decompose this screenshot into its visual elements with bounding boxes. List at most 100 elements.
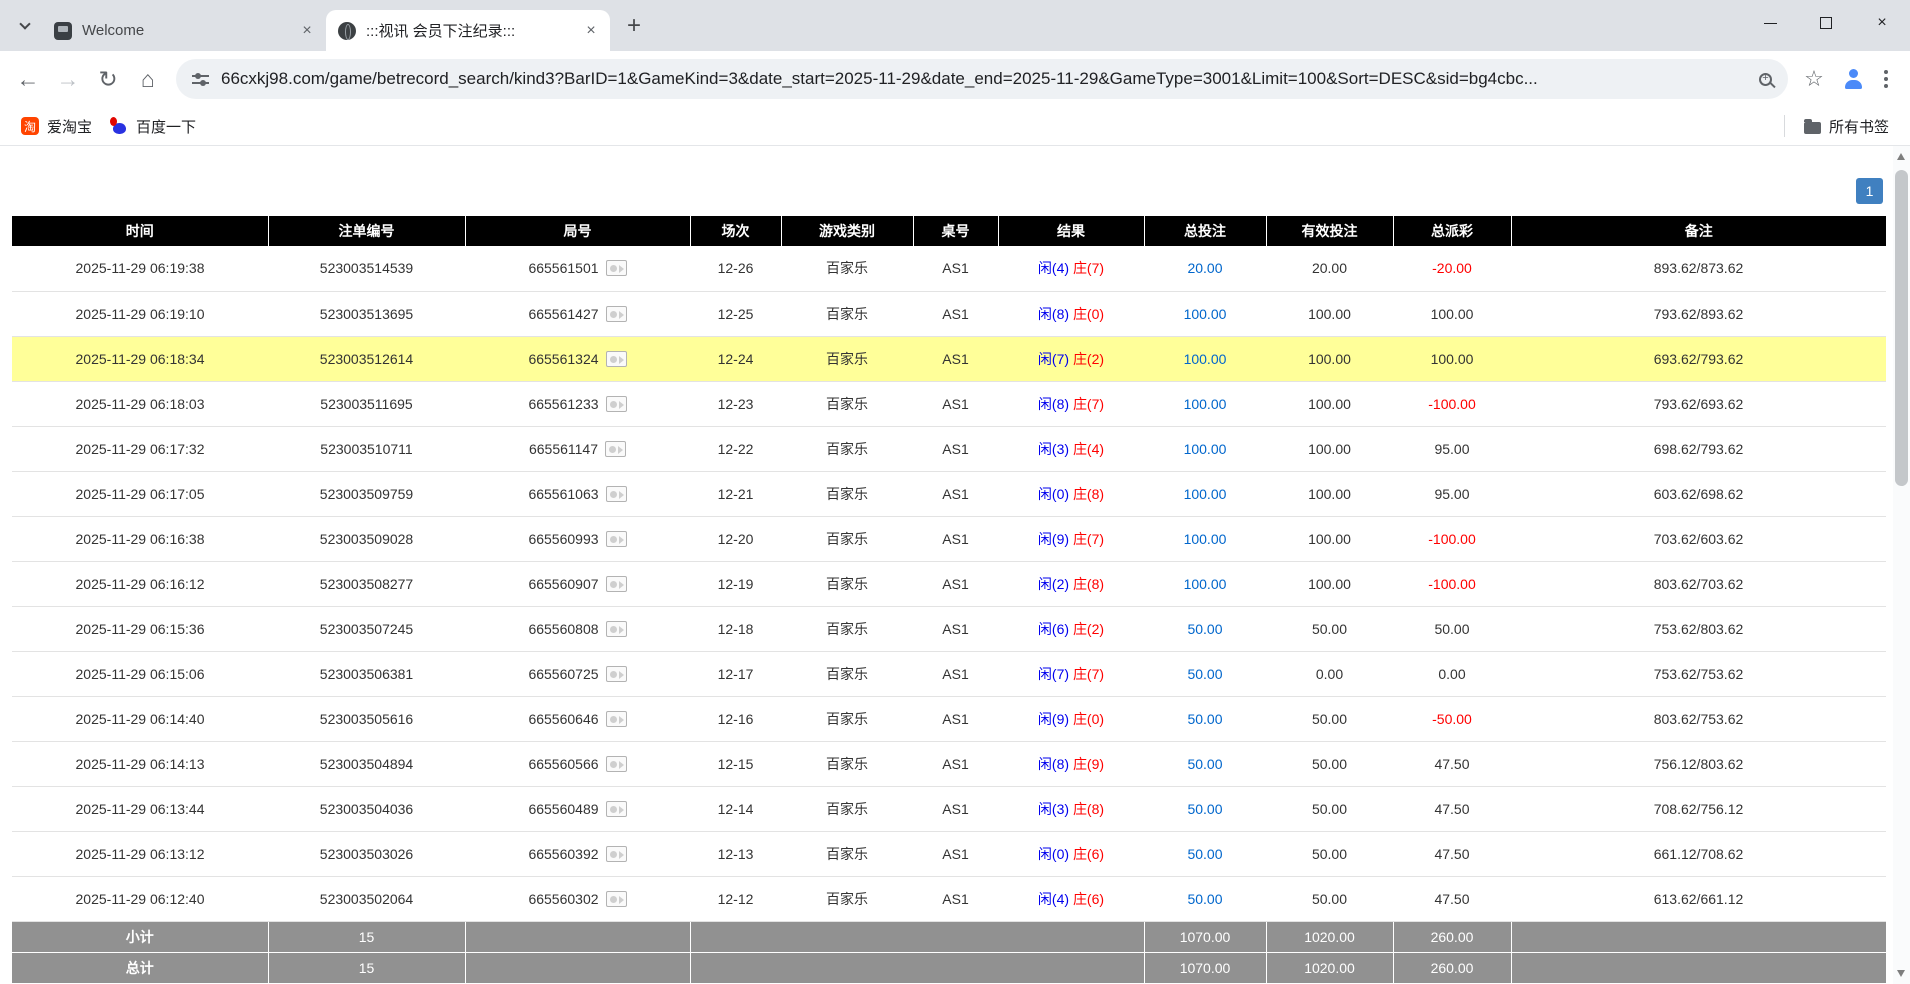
total-bet-link[interactable]: 50.00 [1187, 711, 1222, 727]
browser-tab-welcome[interactable]: Welcome × [42, 10, 326, 51]
cell-table-no: AS1 [913, 561, 998, 606]
forward-button[interactable]: → [48, 59, 88, 99]
browser-tab-betrecord[interactable]: :::视讯 会员下注纪录::: × [326, 10, 610, 51]
banker-result: 庄(7) [1073, 666, 1104, 682]
total-bet-link[interactable]: 50.00 [1187, 846, 1222, 862]
total-bet-link[interactable]: 50.00 [1187, 891, 1222, 907]
table-row: 2025-11-29 06:19:38523003514539665561501… [12, 246, 1886, 291]
profile-icon[interactable] [1842, 68, 1864, 90]
tab-title: Welcome [82, 22, 296, 39]
all-bookmarks-button[interactable]: 所有书签 [1795, 112, 1898, 141]
zoom-icon[interactable] [1759, 73, 1772, 86]
tab-close-icon[interactable]: × [580, 20, 602, 42]
video-icon[interactable] [606, 846, 627, 862]
total-bet-link[interactable]: 100.00 [1184, 486, 1227, 502]
banker-result: 庄(7) [1073, 531, 1104, 547]
cell-bet-id: 523003509759 [268, 471, 465, 516]
cell-session: 12-16 [690, 696, 781, 741]
total-bet-link[interactable]: 50.00 [1187, 801, 1222, 817]
subtotal-row: 小计 15 1070.00 1020.00 260.00 [12, 921, 1886, 952]
table-row: 2025-11-29 06:17:05523003509759665561063… [12, 471, 1886, 516]
cell-time: 2025-11-29 06:12:40 [12, 876, 268, 921]
cell-game-type: 百家乐 [781, 651, 913, 696]
banker-result: 庄(8) [1073, 576, 1104, 592]
total-bet-link[interactable]: 50.00 [1187, 756, 1222, 772]
cell-result: 闲(3) 庄(8) [998, 786, 1144, 831]
pagination-page-1[interactable]: 1 [1856, 178, 1883, 204]
player-result: 闲(2) [1038, 576, 1069, 592]
column-header: 有效投注 [1266, 216, 1393, 246]
video-icon[interactable] [606, 891, 627, 907]
tab-close-icon[interactable]: × [296, 20, 318, 42]
player-result: 闲(7) [1038, 351, 1069, 367]
cell-time: 2025-11-29 06:16:12 [12, 561, 268, 606]
window-controls: × [1742, 0, 1910, 46]
total-bet-link[interactable]: 20.00 [1187, 260, 1222, 276]
video-icon[interactable] [606, 756, 627, 772]
scroll-down-icon[interactable] [1897, 970, 1905, 977]
video-icon[interactable] [606, 351, 627, 367]
tab-search-button[interactable] [10, 11, 40, 41]
site-settings-icon[interactable] [192, 71, 209, 88]
cell-total-bet: 100.00 [1144, 471, 1266, 516]
total-bet-link[interactable]: 100.00 [1184, 531, 1227, 547]
video-icon[interactable] [606, 260, 627, 276]
video-icon[interactable] [606, 621, 627, 637]
cell-table-no: AS1 [913, 696, 998, 741]
bookmark-taobao[interactable]: 淘 爱淘宝 [12, 112, 101, 141]
column-header: 桌号 [913, 216, 998, 246]
cell-remark: 893.62/873.62 [1511, 246, 1886, 291]
new-tab-button[interactable]: + [618, 10, 650, 42]
minimize-button[interactable] [1742, 0, 1798, 46]
cell-valid-bet: 100.00 [1266, 516, 1393, 561]
player-result: 闲(8) [1038, 756, 1069, 772]
close-button[interactable]: × [1854, 0, 1910, 46]
total-bet-link[interactable]: 100.00 [1184, 306, 1227, 322]
cell-payout: 47.50 [1393, 786, 1511, 831]
total-bet-link[interactable]: 100.00 [1184, 351, 1227, 367]
page-scrollbar[interactable] [1893, 146, 1910, 984]
cell-session: 12-13 [690, 831, 781, 876]
cell-bet-id: 523003510711 [268, 426, 465, 471]
video-icon[interactable] [606, 666, 627, 682]
video-icon[interactable] [606, 486, 627, 502]
video-icon[interactable] [606, 531, 627, 547]
cell-game-type: 百家乐 [781, 381, 913, 426]
home-button[interactable]: ⌂ [128, 59, 168, 99]
video-icon[interactable] [605, 441, 626, 457]
cell-payout: 47.50 [1393, 876, 1511, 921]
total-bet-link[interactable]: 100.00 [1184, 441, 1227, 457]
cell-total-bet: 100.00 [1144, 516, 1266, 561]
cell-time: 2025-11-29 06:13:44 [12, 786, 268, 831]
cell-bet-id: 523003506381 [268, 651, 465, 696]
total-bet-link[interactable]: 50.00 [1187, 621, 1222, 637]
total-label: 总计 [12, 952, 268, 983]
cell-result: 闲(9) 庄(7) [998, 516, 1144, 561]
scrollbar-thumb[interactable] [1895, 170, 1908, 486]
cell-total-bet: 20.00 [1144, 246, 1266, 291]
total-bet-link[interactable]: 100.00 [1184, 576, 1227, 592]
bookmark-star-icon[interactable]: ☆ [1796, 61, 1832, 97]
scroll-up-icon[interactable] [1897, 153, 1905, 160]
player-result: 闲(4) [1038, 260, 1069, 276]
video-icon[interactable] [606, 396, 627, 412]
total-bet-link[interactable]: 50.00 [1187, 666, 1222, 682]
refresh-button[interactable]: ↻ [88, 59, 128, 99]
video-icon[interactable] [606, 711, 627, 727]
video-icon[interactable] [606, 801, 627, 817]
cell-bet-id: 523003509028 [268, 516, 465, 561]
maximize-button[interactable] [1798, 0, 1854, 46]
video-icon[interactable] [606, 306, 627, 322]
total-bet-link[interactable]: 100.00 [1184, 396, 1227, 412]
player-result: 闲(3) [1038, 801, 1069, 817]
url-text[interactable]: 66cxkj98.com/game/betrecord_search/kind3… [221, 69, 1749, 89]
video-icon[interactable] [606, 576, 627, 592]
cell-valid-bet: 50.00 [1266, 606, 1393, 651]
minimize-icon [1764, 23, 1777, 24]
back-button[interactable]: ← [8, 59, 48, 99]
bookmark-baidu[interactable]: 百度一下 [101, 112, 205, 141]
welcome-favicon-icon [54, 22, 72, 40]
menu-dots-icon[interactable] [1874, 62, 1898, 96]
address-bar[interactable]: 66cxkj98.com/game/betrecord_search/kind3… [176, 59, 1788, 99]
column-header: 局号 [465, 216, 690, 246]
